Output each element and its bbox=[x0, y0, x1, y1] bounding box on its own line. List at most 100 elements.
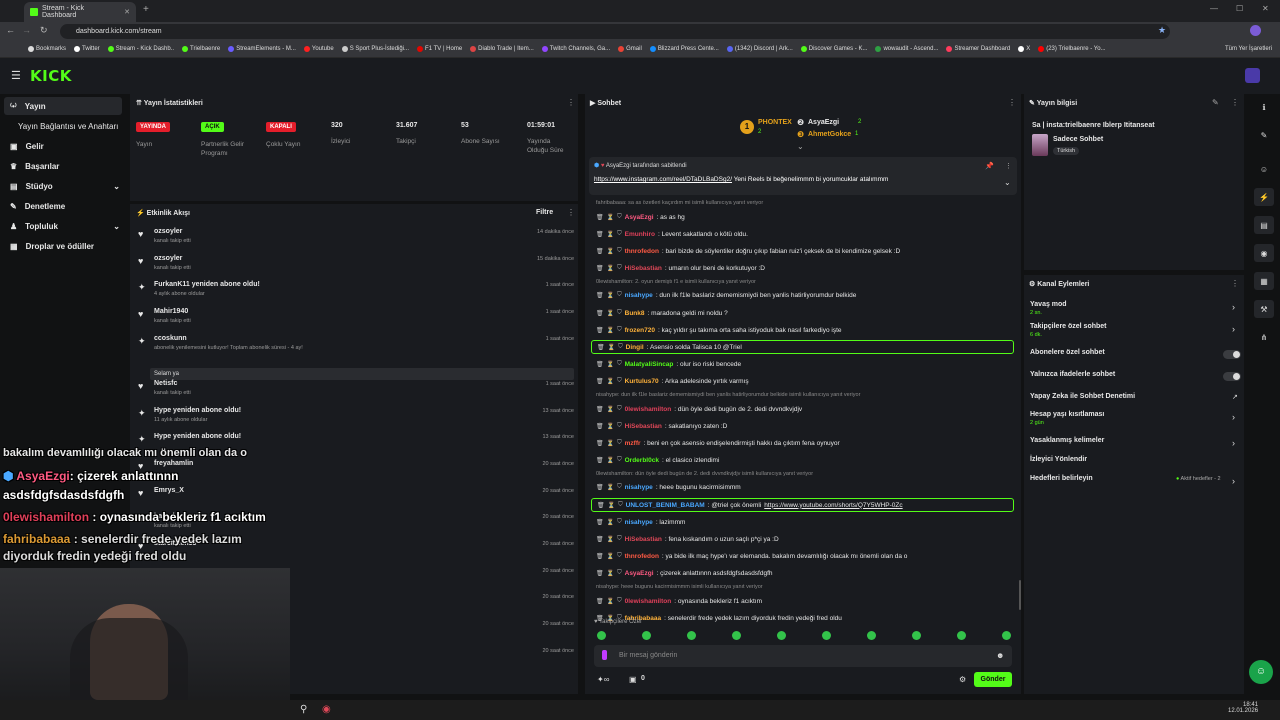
user-avatar[interactable] bbox=[1245, 68, 1260, 83]
timeout-icon[interactable]: ⏳ bbox=[607, 406, 614, 413]
edit-icon[interactable]: ✎ bbox=[1254, 126, 1274, 144]
delete-icon[interactable]: 🗑 bbox=[596, 406, 604, 413]
sidebar-item-topluluk[interactable]: ♟ Topluluk ⌄ bbox=[10, 217, 120, 235]
actions-menu-icon[interactable]: ⋮ bbox=[1231, 279, 1239, 288]
chevron-right-icon[interactable]: › bbox=[1232, 476, 1235, 486]
bookmark-item[interactable]: Twitter bbox=[74, 46, 100, 52]
chat-username[interactable]: Bunk8 bbox=[625, 310, 645, 317]
toggle-switch[interactable] bbox=[1223, 350, 1241, 359]
timeout-icon[interactable]: ⏳ bbox=[607, 519, 614, 526]
minimize-icon[interactable]: — bbox=[1210, 4, 1218, 13]
delete-icon[interactable]: 🗑 bbox=[596, 361, 604, 368]
chat-username[interactable]: 0lewishamilton bbox=[625, 406, 672, 413]
timeout-icon[interactable]: ⏳ bbox=[607, 327, 614, 334]
bookmark-item[interactable]: Trielbaenre bbox=[182, 46, 220, 52]
chat-username[interactable]: AsyaEzgi bbox=[625, 570, 654, 577]
emote-icon[interactable] bbox=[597, 631, 606, 640]
chat-username[interactable]: nisahype bbox=[625, 519, 653, 526]
chat-username[interactable]: thnrofedon bbox=[625, 553, 659, 560]
pinned-menu-icon[interactable]: ⋮ bbox=[1005, 162, 1012, 170]
info-menu-icon[interactable]: ⋮ bbox=[1231, 98, 1239, 107]
chevron-right-icon[interactable]: › bbox=[1232, 412, 1235, 422]
chat-username[interactable]: Orderbl0ck bbox=[625, 457, 659, 464]
bookmark-item[interactable]: (23) Trielbaenre - Yo... bbox=[1038, 46, 1106, 52]
close-tab-icon[interactable]: ✕ bbox=[124, 8, 130, 16]
channel-action-label[interactable]: Yasaklanmış kelimeler bbox=[1030, 437, 1104, 444]
reload-icon[interactable]: ↻ bbox=[40, 25, 48, 36]
send-button[interactable]: Gönder bbox=[974, 672, 1012, 687]
delete-icon[interactable]: 🗑 bbox=[596, 265, 604, 272]
emote-icon[interactable] bbox=[687, 631, 696, 640]
delete-icon[interactable]: 🗑 bbox=[597, 502, 605, 509]
timeout-icon[interactable]: ⏳ bbox=[608, 344, 615, 351]
chat-username[interactable]: UNLOST_BENIM_BABAM bbox=[626, 502, 705, 509]
emote-icon[interactable] bbox=[957, 631, 966, 640]
channel-action-label[interactable]: İzleyici Yönlendir bbox=[1030, 456, 1087, 463]
sidebar-item-denetleme[interactable]: ✎ Denetleme bbox=[10, 197, 65, 215]
hamburger-menu-icon[interactable]: ☰ bbox=[11, 69, 21, 82]
chat-bubble-icon[interactable]: ◉ bbox=[1254, 244, 1274, 262]
maximize-icon[interactable]: ☐ bbox=[1236, 4, 1243, 13]
delete-icon[interactable]: 🗑 bbox=[596, 292, 604, 299]
chat-username[interactable]: frozen720 bbox=[625, 327, 655, 334]
delete-icon[interactable]: 🗑 bbox=[596, 231, 604, 238]
delete-icon[interactable]: 🗑 bbox=[596, 310, 604, 317]
activity-user[interactable]: Hype yeniden abone oldu! bbox=[154, 407, 241, 414]
bookmark-item[interactable]: Streamer Dashboard bbox=[946, 46, 1010, 52]
kick-logo[interactable]: KICK bbox=[30, 67, 72, 85]
external-link-icon[interactable]: ↗ bbox=[1232, 393, 1238, 401]
chevron-right-icon[interactable]: › bbox=[1232, 302, 1235, 312]
timeout-icon[interactable]: ⏳ bbox=[607, 231, 614, 238]
points-icon[interactable]: ✦∞ bbox=[597, 675, 609, 684]
edit-info-icon[interactable]: ✎ bbox=[1212, 98, 1219, 107]
emote-icon[interactable] bbox=[1002, 631, 1011, 640]
chat-username[interactable]: MalatyaliSincap bbox=[625, 361, 674, 368]
delete-icon[interactable]: 🗑 bbox=[596, 570, 604, 577]
delete-icon[interactable]: 🗑 bbox=[596, 484, 604, 491]
delete-icon[interactable]: 🗑 bbox=[596, 519, 604, 526]
chat-link[interactable]: https://www.youtube.com/shorts/Q7Y5WHP-0… bbox=[764, 502, 902, 509]
bookmark-item[interactable]: StreamElements - M... bbox=[228, 46, 296, 52]
channel-action-label[interactable]: Takipçilere özel sohbet bbox=[1030, 323, 1107, 330]
category-name[interactable]: Sadece Sohbet bbox=[1053, 136, 1103, 143]
sidebar-item-droplar[interactable]: ▦ Droplar ve ödüller bbox=[10, 237, 94, 255]
bookmark-item[interactable]: Discover Games - K... bbox=[800, 46, 867, 52]
delete-icon[interactable]: 🗑 bbox=[596, 457, 604, 464]
share-icon[interactable]: ⋔ bbox=[1254, 328, 1274, 346]
activity-user[interactable]: Mahir1940 bbox=[154, 308, 188, 315]
channel-action-label[interactable]: Hedefleri belirleyin bbox=[1030, 475, 1093, 482]
bookmark-item[interactable]: Youtube bbox=[303, 46, 334, 52]
timeout-icon[interactable]: ⏳ bbox=[607, 457, 614, 464]
delete-icon[interactable]: 🗑 bbox=[596, 327, 604, 334]
chat-username[interactable]: nisahype bbox=[625, 292, 653, 299]
chat-scrollbar[interactable] bbox=[1019, 580, 1021, 610]
document-icon[interactable]: ▤ bbox=[1254, 216, 1274, 234]
browser-tab[interactable]: Stream - Kick Dashboard ✕ bbox=[24, 2, 136, 22]
emote-icon[interactable] bbox=[732, 631, 741, 640]
lightning-icon[interactable]: ⚡ bbox=[1254, 188, 1274, 206]
chevron-right-icon[interactable]: › bbox=[1232, 438, 1235, 448]
chat-username[interactable]: Kurtulus70 bbox=[625, 378, 659, 385]
emoji-icon[interactable]: ☻ bbox=[996, 651, 1004, 660]
top-gifter-name[interactable]: AhmetGokce bbox=[808, 131, 851, 138]
bookmark-item[interactable]: (1342) Discord | Ark... bbox=[726, 46, 793, 52]
url-input[interactable]: dashboard.kick.com/stream bbox=[60, 24, 1170, 39]
chat-username[interactable]: mzffr bbox=[625, 440, 641, 447]
timeout-icon[interactable]: ⏳ bbox=[607, 248, 614, 255]
pinned-link[interactable]: https://www.instagram.com/reel/DTaDLBaDS… bbox=[594, 176, 732, 183]
filter-button[interactable]: Filtre bbox=[536, 209, 553, 216]
delete-icon[interactable]: 🗑 bbox=[596, 214, 604, 221]
bookmark-item[interactable]: Stream - Kick Dashb.. bbox=[107, 46, 174, 52]
mod-view-icon[interactable]: ☺ bbox=[1254, 160, 1274, 178]
bookmark-item[interactable]: Diablo Trade | Item... bbox=[470, 46, 534, 52]
timeout-icon[interactable]: ⏳ bbox=[607, 310, 614, 317]
chat-username[interactable]: AsyaEzgi bbox=[625, 214, 654, 221]
activity-user[interactable]: ozsoyler bbox=[154, 228, 182, 235]
profile-avatar[interactable] bbox=[1250, 25, 1261, 36]
channel-action-label[interactable]: Yapay Zeka ile Sohbet Denetimi bbox=[1030, 393, 1135, 400]
activity-user[interactable]: Netisfc bbox=[154, 380, 177, 387]
chat-username[interactable]: HiSebastian bbox=[625, 423, 662, 430]
sidebar-item-basarilar[interactable]: ♛ Başarılar bbox=[10, 157, 59, 175]
bookmark-item[interactable]: wowaudit - Ascend... bbox=[875, 46, 938, 52]
bookmark-item[interactable]: F1 TV | Home bbox=[417, 46, 462, 52]
